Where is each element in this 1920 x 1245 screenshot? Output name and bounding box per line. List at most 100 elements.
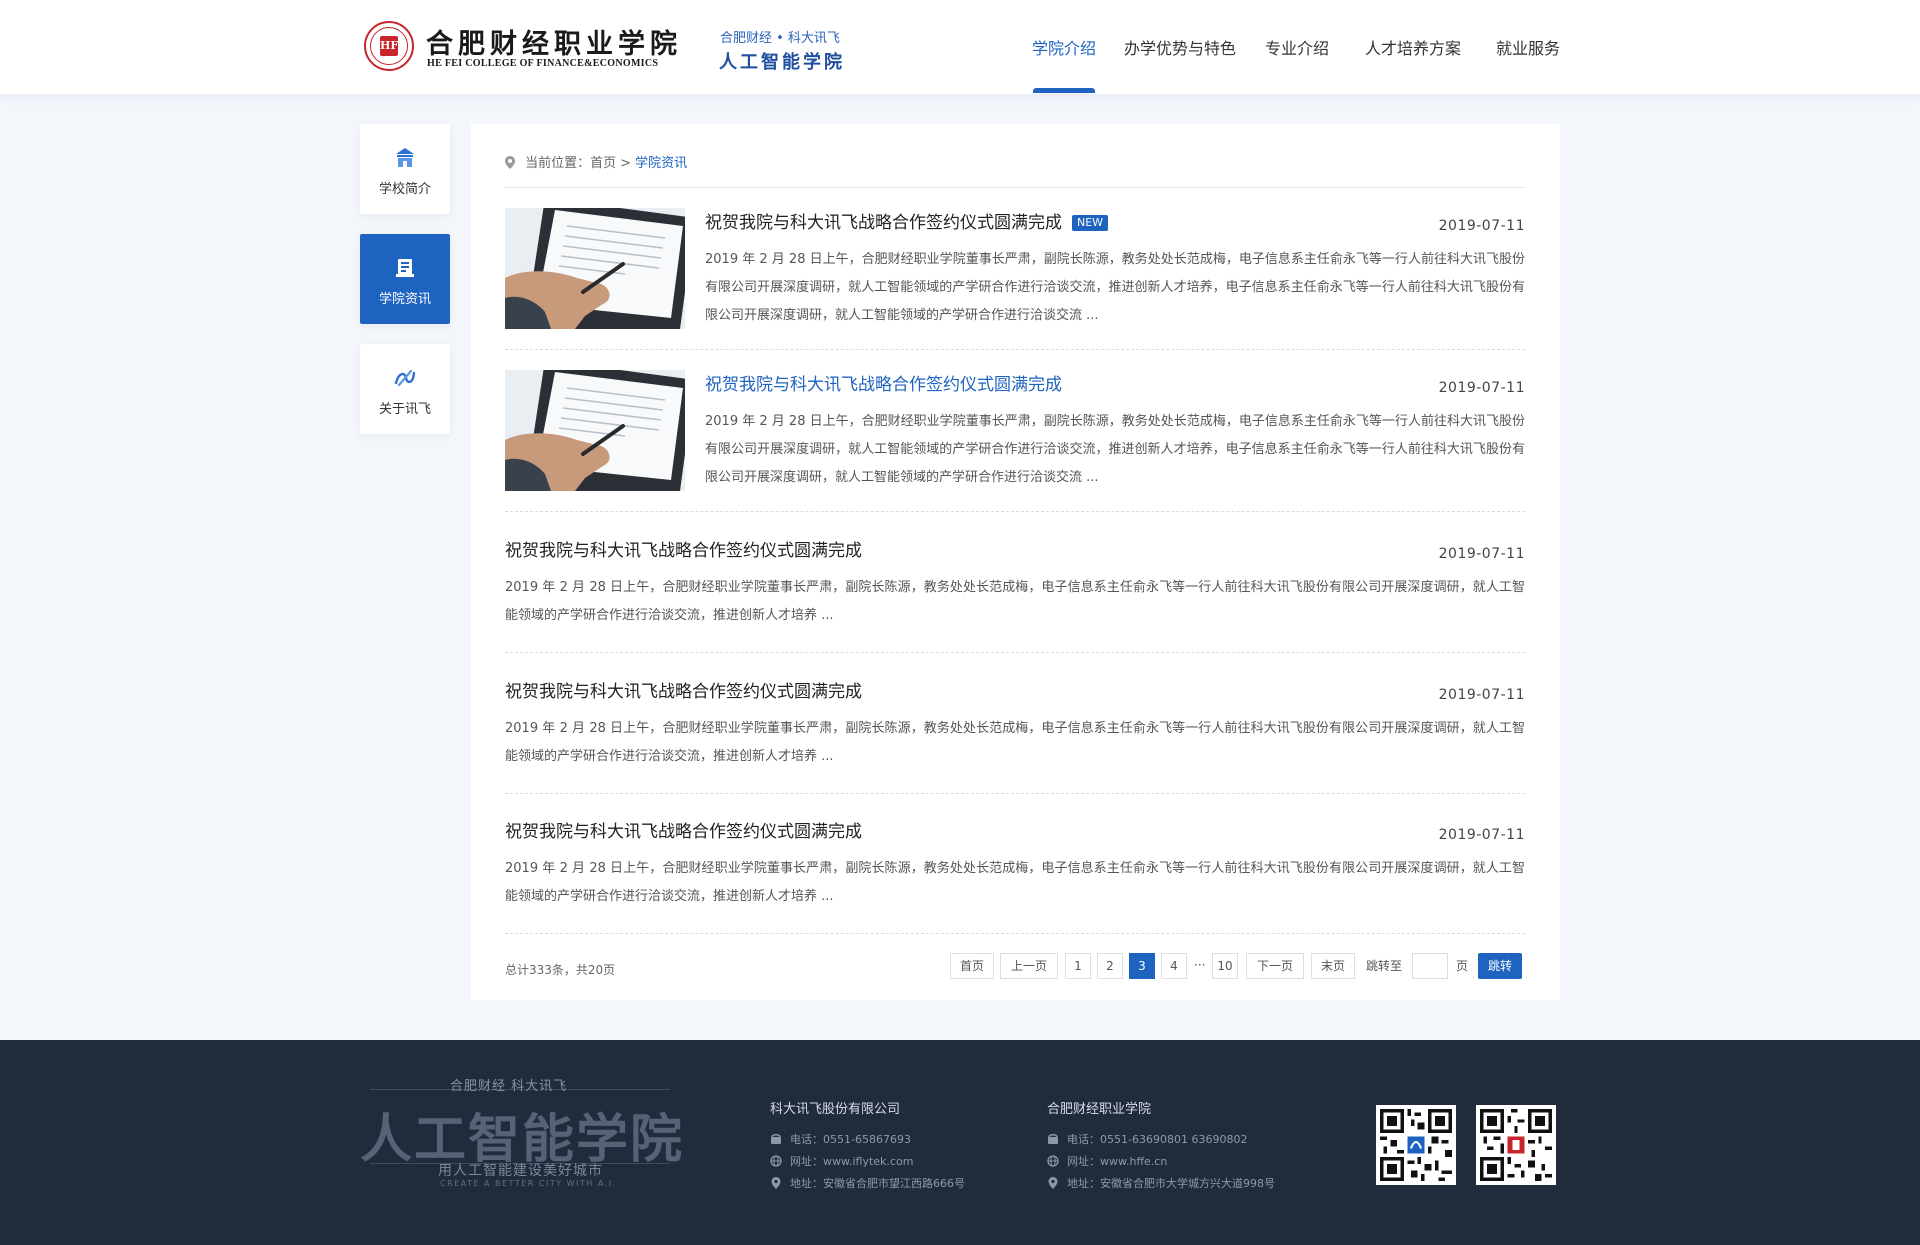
sidebar-item-label: 关于讯飞 (378, 402, 431, 417)
new-badge: NEW (1072, 215, 1109, 231)
iflytek-icon (394, 369, 416, 387)
site-header: HF 合肥财经职业学院 HE FEI COLLEGE OF FINANCE&EC… (0, 0, 1920, 94)
footer-contact-row: 电话：0551-63690801 63690802 (1047, 1129, 1275, 1151)
breadcrumb-prefix: 当前位置： (525, 156, 591, 171)
footer-contact-iflytek: 科大讯飞股份有限公司 电话：0551-65867693 网址：www.iflyt… (770, 1098, 965, 1195)
footer-brand-partners: 合肥财经 科大讯飞 (450, 1079, 568, 1094)
page-prev-button[interactable]: 上一页 (1000, 953, 1058, 979)
news-title-text[interactable]: 祝贺我院与科大讯飞战略合作签约仪式圆满完成 (705, 213, 1062, 233)
news-item[interactable]: 祝贺我院与科大讯飞战略合作签约仪式圆满完成 2019-07-11 2019 年 … (505, 536, 1525, 657)
news-summary: 2019 年 2 月 28 日上午，合肥财经职业学院董事长严肃，副院长陈源，教务… (505, 580, 1525, 623)
signing-document-image (505, 370, 685, 491)
breadcrumb: 当前位置：首页 > 学院资讯 (505, 152, 687, 172)
breadcrumb-separator: > (620, 156, 632, 171)
nav-item-employment[interactable]: 就业服务 (1496, 35, 1560, 59)
sidebar-item-label: 学校简介 (378, 182, 431, 197)
news-item[interactable]: 祝贺我院与科大讯飞战略合作签约仪式圆满完成 NEW 2019-07-11 2019… (505, 208, 1525, 350)
news-divider (505, 511, 1525, 512)
footer-contact-row: 地址：安徽省合肥市大学城方兴大道998号 (1047, 1173, 1275, 1195)
footer-contact-title: 合肥财经职业学院 (1047, 1102, 1152, 1117)
footer-website-link[interactable]: 网址：www.iflytek.com (790, 1155, 913, 1168)
college-name-cn[interactable]: 合肥财经职业学院 (426, 22, 682, 61)
news-title[interactable]: 祝贺我院与科大讯飞战略合作签约仪式圆满完成 (505, 536, 862, 561)
signing-document-image (505, 208, 685, 329)
ai-college-name: 人工智能学院 (719, 52, 845, 73)
globe-icon (1047, 1155, 1059, 1167)
news-title[interactable]: 祝贺我院与科大讯飞战略合作签约仪式圆满完成 (505, 817, 862, 842)
footer-contact-row: 电话：0551-65867693 (770, 1129, 965, 1151)
sidebar-item-label: 学院资讯 (378, 292, 431, 307)
news-panel: 当前位置：首页 > 学院资讯 祝贺我院与科大讯飞战略合作签约仪式圆满完成 NEW 20… (471, 124, 1560, 1000)
news-summary: 2019 年 2 月 28 日上午，合肥财经职业学院董事长严肃，副院长陈源，教务… (705, 252, 1525, 323)
nav-item-college-intro[interactable]: 学院介绍 (1032, 35, 1096, 59)
news-divider (505, 652, 1525, 653)
partner-line: 合肥财经 • 科大讯飞 (720, 31, 840, 46)
footer-address: 地址：安徽省合肥市大学城方兴大道998号 (1067, 1177, 1275, 1190)
page-jump-input[interactable] (1412, 953, 1448, 979)
page-ellipsis: ··· (1194, 958, 1206, 972)
page-next-button[interactable]: 下一页 (1246, 953, 1304, 979)
footer-address: 地址：安徽省合肥市望江西路666号 (790, 1177, 965, 1190)
college-logo-seal[interactable]: HF (364, 21, 414, 71)
location-pin-icon (1048, 1177, 1058, 1189)
college-qr-code (1476, 1105, 1556, 1185)
sidebar-item-school-intro[interactable]: 学校简介 (360, 124, 450, 214)
sidebar-item-about-iflytek[interactable]: 关于讯飞 (360, 344, 450, 434)
site-footer: 合肥财经 科大讯飞 人工智能学院 用人工智能建设美好城市 CREATE A BE… (0, 1040, 1920, 1245)
iflytek-qr-code (1376, 1105, 1456, 1185)
college-name-en: HE FEI COLLEGE OF FINANCE&ECONOMICS (427, 58, 659, 69)
news-title[interactable]: 祝贺我院与科大讯飞战略合作签约仪式圆满完成 NEW (705, 208, 1109, 233)
news-item[interactable]: 祝贺我院与科大讯飞战略合作签约仪式圆满完成 2019-07-11 2019 年 … (505, 677, 1525, 798)
news-date: 2019-07-11 (1438, 827, 1525, 843)
footer-phone: 电话：0551-65867693 (790, 1133, 911, 1146)
nav-item-majors[interactable]: 专业介绍 (1265, 35, 1329, 59)
nav-active-indicator (1033, 88, 1095, 93)
phone-icon (1048, 1134, 1058, 1144)
footer-contact-row: 网址：www.hffe.cn (1047, 1151, 1275, 1173)
logo-mark: HF (380, 36, 398, 56)
page-first-button[interactable]: 首页 (950, 953, 994, 979)
footer-brand-logo: 合肥财经 科大讯飞 人工智能学院 用人工智能建设美好城市 CREATE A BE… (360, 1075, 690, 1215)
qr-code-icon (1480, 1109, 1552, 1181)
news-date: 2019-07-11 (1438, 218, 1525, 234)
page-number-button[interactable]: 4 (1161, 953, 1187, 979)
page-unit-label: 页 (1456, 959, 1469, 973)
footer-contact-college: 合肥财经职业学院 电话：0551-63690801 63690802 网址：ww… (1047, 1098, 1275, 1195)
news-summary: 2019 年 2 月 28 日上午，合肥财经职业学院董事长严肃，副院长陈源，教务… (505, 861, 1525, 904)
news-thumbnail[interactable] (505, 370, 685, 491)
news-date: 2019-07-11 (1438, 380, 1525, 396)
phone-icon (771, 1134, 781, 1144)
breadcrumb-current[interactable]: 学院资讯 (635, 156, 687, 171)
page-number-button[interactable]: 1 (1065, 953, 1091, 979)
page-number-button[interactable]: 10 (1212, 953, 1238, 979)
breadcrumb-home[interactable]: 首页 (590, 156, 616, 171)
page-last-button[interactable]: 末页 (1311, 953, 1355, 979)
news-item[interactable]: 祝贺我院与科大讯飞战略合作签约仪式圆满完成 2019-07-11 2019 年 … (505, 817, 1525, 938)
news-date: 2019-07-11 (1438, 546, 1525, 562)
footer-phone: 电话：0551-63690801 63690802 (1067, 1133, 1248, 1146)
news-title[interactable]: 祝贺我院与科大讯飞战略合作签约仪式圆满完成 (505, 677, 862, 702)
page-number-button[interactable]: 2 (1097, 953, 1123, 979)
footer-brand-slogan-en: CREATE A BETTER CITY WITH A.I. (440, 1179, 617, 1188)
news-item[interactable]: 祝贺我院与科大讯飞战略合作签约仪式圆满完成 2019-07-11 2019 年 … (505, 370, 1525, 512)
footer-website-link[interactable]: 网址：www.hffe.cn (1067, 1155, 1167, 1168)
news-divider (505, 793, 1525, 794)
news-divider (505, 349, 1525, 350)
nav-item-advantages[interactable]: 办学优势与特色 (1124, 35, 1236, 59)
news-title[interactable]: 祝贺我院与科大讯飞战略合作签约仪式圆满完成 (705, 370, 1062, 395)
page-jump-label: 跳转至 (1366, 959, 1403, 973)
sidebar-item-college-news[interactable]: 学院资讯 (360, 234, 450, 324)
book-icon (396, 259, 414, 277)
news-summary: 2019 年 2 月 28 日上午，合肥财经职业学院董事长严肃，副院长陈源，教务… (505, 721, 1525, 764)
breadcrumb-divider (505, 187, 1525, 188)
page-number-current[interactable]: 3 (1129, 953, 1155, 979)
news-divider (505, 933, 1525, 934)
page-jump-button[interactable]: 跳转 (1478, 953, 1522, 979)
footer-contact-title: 科大讯飞股份有限公司 (770, 1102, 901, 1117)
footer-contact-row: 网址：www.iflytek.com (770, 1151, 965, 1173)
location-pin-icon (771, 1177, 781, 1189)
news-summary: 2019 年 2 月 28 日上午，合肥财经职业学院董事长严肃，副院长陈源，教务… (705, 414, 1525, 485)
news-thumbnail[interactable] (505, 208, 685, 329)
nav-item-training-plan[interactable]: 人才培养方案 (1365, 35, 1461, 59)
footer-contact-row: 地址：安徽省合肥市望江西路666号 (770, 1173, 965, 1195)
